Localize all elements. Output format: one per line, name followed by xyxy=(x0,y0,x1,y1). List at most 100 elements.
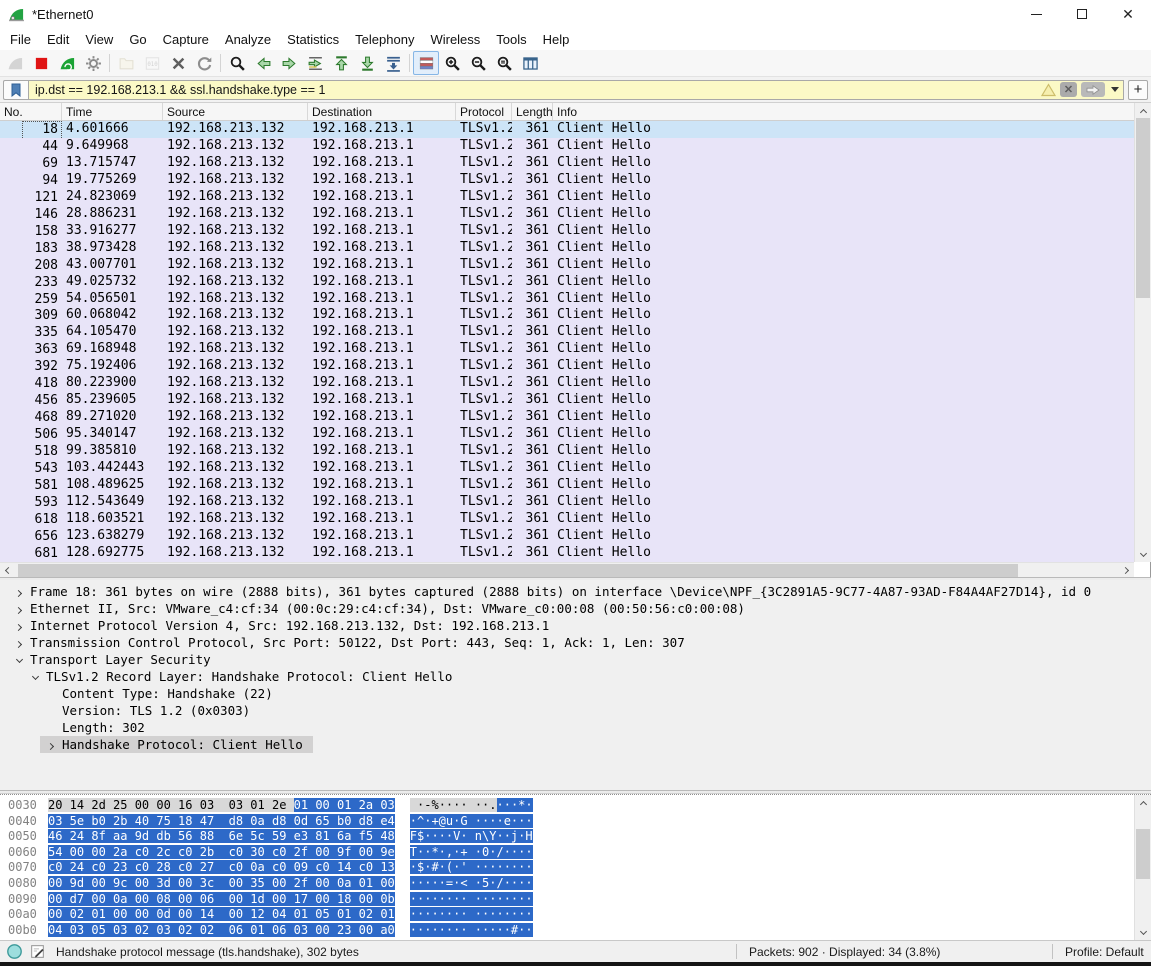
vscroll-thumb[interactable] xyxy=(1136,118,1150,298)
hex-row[interactable]: 004003 5e b0 2b 40 75 18 47 d8 0a d8 0d … xyxy=(8,814,1151,830)
scroll-left-icon[interactable] xyxy=(0,563,15,578)
hex-row[interactable]: 00a000 02 01 00 00 0d 00 14 00 12 04 01 … xyxy=(8,907,1151,923)
toolbar-capture-options-button[interactable] xyxy=(80,51,106,75)
menu-go[interactable]: Go xyxy=(121,30,154,49)
column-header-length[interactable]: Length xyxy=(512,103,553,120)
hex-bytes[interactable]: 20 14 2d 25 00 00 16 03 03 01 2e 01 00 0… xyxy=(48,798,395,814)
packet-row[interactable]: 14628.886231192.168.213.132192.168.213.1… xyxy=(0,206,1134,223)
minimize-button[interactable] xyxy=(1013,0,1059,28)
packet-row[interactable]: 15833.916277192.168.213.132192.168.213.1… xyxy=(0,223,1134,240)
hscroll-thumb[interactable] xyxy=(18,564,1018,577)
hex-row[interactable]: 0070c0 24 c0 23 c0 28 c0 27 c0 0a c0 09 … xyxy=(8,860,1151,876)
filter-dropdown-caret-icon[interactable] xyxy=(1111,87,1119,92)
toolbar-find-packet-button[interactable] xyxy=(224,51,250,75)
hex-row[interactable]: 008000 9d 00 9c 00 3d 00 3c 00 35 00 2f … xyxy=(8,876,1151,892)
scroll-right-icon[interactable] xyxy=(1119,563,1134,578)
packet-row[interactable]: 25954.056501192.168.213.132192.168.213.1… xyxy=(0,291,1134,308)
toolbar-go-first-packet-button[interactable] xyxy=(328,51,354,75)
packet-row[interactable]: 20843.007701192.168.213.132192.168.213.1… xyxy=(0,257,1134,274)
capture-comment-icon[interactable] xyxy=(29,943,46,960)
menu-edit[interactable]: Edit xyxy=(39,30,77,49)
hex-bytes[interactable]: 04 03 05 03 02 03 02 02 06 01 06 03 00 2… xyxy=(48,923,395,939)
hex-bytes[interactable]: 46 24 8f aa 9d db 56 88 6e 5c 59 e3 81 6… xyxy=(48,829,395,845)
toolbar-zoom-in-button[interactable] xyxy=(439,51,465,75)
add-filter-button[interactable]: + xyxy=(1128,80,1148,100)
hex-ascii[interactable]: T··*·,·+ ·0·/···· xyxy=(410,845,533,861)
filter-bookmark-button[interactable] xyxy=(3,80,28,100)
packet-row[interactable]: 18338.973428192.168.213.132192.168.213.1… xyxy=(0,240,1134,257)
column-header-time[interactable]: Time xyxy=(62,103,163,120)
detail-line[interactable]: Transmission Control Protocol, Src Port:… xyxy=(0,634,1151,651)
detail-line[interactable]: Length: 302 xyxy=(0,719,1151,736)
apply-filter-button[interactable] xyxy=(1081,82,1105,97)
hex-bytes[interactable]: c0 24 c0 23 c0 28 c0 27 c0 0a c0 09 c0 1… xyxy=(48,860,395,876)
hex-bytes[interactable]: 00 d7 00 0a 00 08 00 06 00 1d 00 17 00 1… xyxy=(48,892,395,908)
menu-tools[interactable]: Tools xyxy=(488,30,534,49)
packet-row[interactable]: 39275.192406192.168.213.132192.168.213.1… xyxy=(0,358,1134,375)
packet-list-hscrollbar[interactable] xyxy=(0,562,1134,577)
detail-line[interactable]: Ethernet II, Src: VMware_c4:cf:34 (00:0c… xyxy=(0,600,1151,617)
detail-line[interactable]: Transport Layer Security xyxy=(0,651,1151,668)
scroll-up-icon[interactable] xyxy=(1135,103,1151,118)
toolbar-restart-capture-button[interactable] xyxy=(54,51,80,75)
hex-row[interactable]: 003020 14 2d 25 00 00 16 03 03 01 2e 01 … xyxy=(8,798,1151,814)
column-header-protocol[interactable]: Protocol xyxy=(456,103,512,120)
packet-row[interactable]: 51899.385810192.168.213.132192.168.213.1… xyxy=(0,443,1134,460)
hex-bytes[interactable]: 00 02 01 00 00 0d 00 14 00 12 04 01 05 0… xyxy=(48,907,395,923)
expand-chevron-icon[interactable] xyxy=(14,607,21,614)
maximize-button[interactable] xyxy=(1059,0,1105,28)
column-header-source[interactable]: Source xyxy=(163,103,308,120)
close-button[interactable]: ✕ xyxy=(1105,0,1151,28)
expand-chevron-icon[interactable] xyxy=(14,624,21,631)
hex-ascii[interactable]: ········ ········ xyxy=(410,907,533,923)
packet-row[interactable]: 23349.025732192.168.213.132192.168.213.1… xyxy=(0,274,1134,291)
toolbar-zoom-out-button[interactable] xyxy=(465,51,491,75)
toolbar-stop-capture-button[interactable] xyxy=(28,51,54,75)
toolbar-reload-file-button[interactable] xyxy=(191,51,217,75)
hex-ascii[interactable]: ········ ·····#·· xyxy=(410,923,533,939)
packet-row[interactable]: 30960.068042192.168.213.132192.168.213.1… xyxy=(0,307,1134,324)
detail-line[interactable]: Handshake Protocol: Client Hello xyxy=(0,736,1151,753)
menu-wireless[interactable]: Wireless xyxy=(422,30,488,49)
packet-row[interactable]: 36369.168948192.168.213.132192.168.213.1… xyxy=(0,341,1134,358)
hex-row[interactable]: 00b004 03 05 03 02 03 02 02 06 01 06 03 … xyxy=(8,923,1151,939)
packet-row[interactable]: 45685.239605192.168.213.132192.168.213.1… xyxy=(0,392,1134,409)
menu-capture[interactable]: Capture xyxy=(155,30,217,49)
column-header-info[interactable]: Info xyxy=(553,103,1151,120)
packet-row[interactable]: 50695.340147192.168.213.132192.168.213.1… xyxy=(0,426,1134,443)
detail-line[interactable]: Internet Protocol Version 4, Src: 192.16… xyxy=(0,617,1151,634)
packet-row[interactable]: 9419.775269192.168.213.132192.168.213.1T… xyxy=(0,172,1134,189)
packet-row[interactable]: 581108.489625192.168.213.132192.168.213.… xyxy=(0,477,1134,494)
packet-row[interactable]: 543103.442443192.168.213.132192.168.213.… xyxy=(0,460,1134,477)
status-profile[interactable]: Profile: Default xyxy=(1053,945,1145,959)
packet-row[interactable]: 12124.823069192.168.213.132192.168.213.1… xyxy=(0,189,1134,206)
packet-row[interactable]: 41880.223900192.168.213.132192.168.213.1… xyxy=(0,375,1134,392)
packet-row[interactable]: 618118.603521192.168.213.132192.168.213.… xyxy=(0,511,1134,528)
menu-help[interactable]: Help xyxy=(535,30,578,49)
hex-ascii[interactable]: F$····V· n\Y··j·H xyxy=(410,829,533,845)
clear-filter-button[interactable]: ✕ xyxy=(1060,82,1077,97)
packet-row[interactable]: 593112.543649192.168.213.132192.168.213.… xyxy=(0,494,1134,511)
packet-row[interactable]: 449.649968192.168.213.132192.168.213.1TL… xyxy=(0,138,1134,155)
toolbar-go-back-button[interactable] xyxy=(250,51,276,75)
detail-line[interactable]: Version: TLS 1.2 (0x0303) xyxy=(0,702,1151,719)
toolbar-go-to-packet-button[interactable] xyxy=(302,51,328,75)
hex-bytes[interactable]: 03 5e b0 2b 40 75 18 47 d8 0a d8 0d 65 b… xyxy=(48,814,395,830)
bytes-scroll-up-icon[interactable] xyxy=(1135,795,1151,810)
toolbar-go-last-packet-button[interactable] xyxy=(354,51,380,75)
hex-ascii[interactable]: ·$·#·(·' ········ xyxy=(410,860,533,876)
column-header-destination[interactable]: Destination xyxy=(308,103,456,120)
packet-row[interactable]: 6913.715747192.168.213.132192.168.213.1T… xyxy=(0,155,1134,172)
menu-view[interactable]: View xyxy=(77,30,121,49)
hex-row[interactable]: 006054 00 00 2a c0 2c c0 2b c0 30 c0 2f … xyxy=(8,845,1151,861)
toolbar-zoom-reset-button[interactable] xyxy=(491,51,517,75)
packet-row[interactable]: 46889.271020192.168.213.132192.168.213.1… xyxy=(0,409,1134,426)
packet-row[interactable]: 656123.638279192.168.213.132192.168.213.… xyxy=(0,528,1134,545)
toolbar-go-forward-button[interactable] xyxy=(276,51,302,75)
toolbar-close-file-button[interactable] xyxy=(165,51,191,75)
menu-file[interactable]: File xyxy=(2,30,39,49)
menu-telephony[interactable]: Telephony xyxy=(347,30,422,49)
collapse-chevron-icon[interactable] xyxy=(15,656,22,663)
hex-bytes[interactable]: 00 9d 00 9c 00 3d 00 3c 00 35 00 2f 00 0… xyxy=(48,876,395,892)
hex-row[interactable]: 005046 24 8f aa 9d db 56 88 6e 5c 59 e3 … xyxy=(8,829,1151,845)
